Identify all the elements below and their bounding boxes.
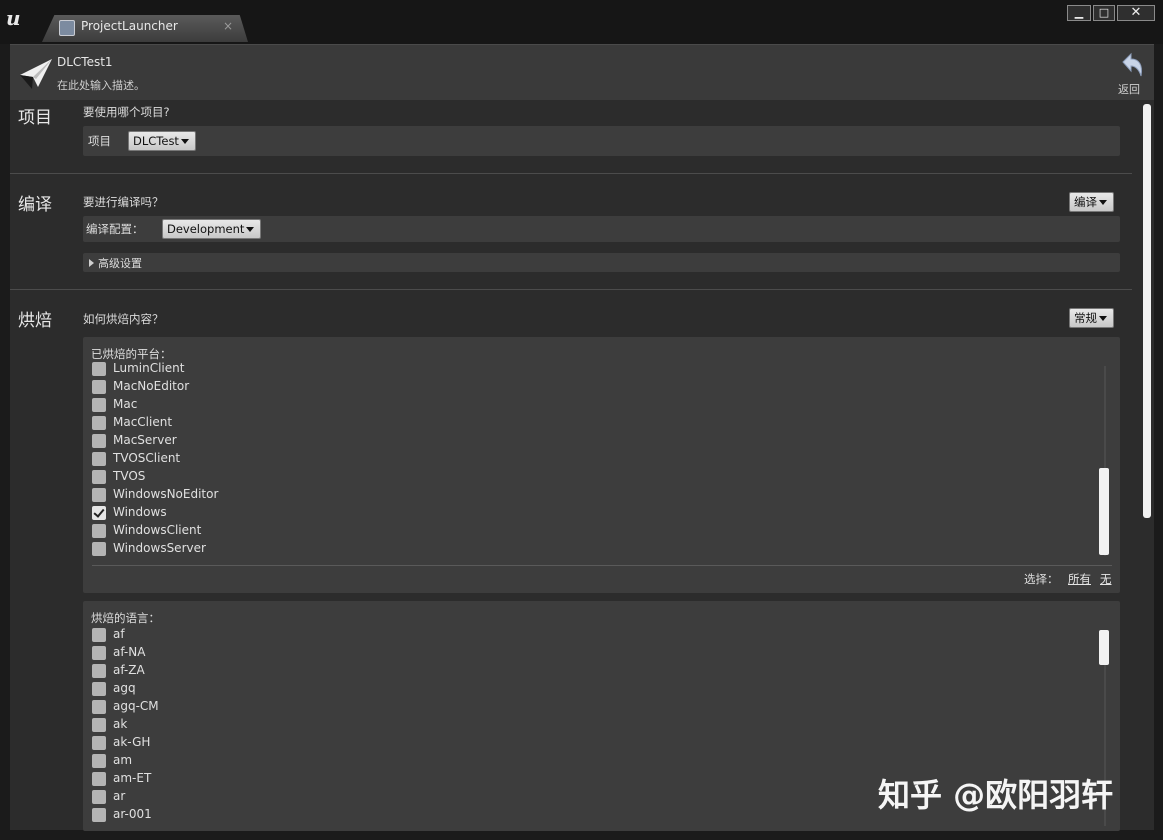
checkbox[interactable] (92, 646, 106, 660)
unreal-logo-icon: u (6, 6, 21, 30)
list-item-label: WindowsNoEditor (113, 487, 219, 501)
chevron-down-icon (1099, 200, 1107, 205)
list-item-label: WindowsServer (113, 541, 206, 555)
checkbox[interactable] (92, 416, 106, 430)
list-item-label: agq (113, 681, 136, 695)
checkbox[interactable] (92, 736, 106, 750)
list-item-label: Mac (113, 397, 138, 411)
divider (10, 289, 1132, 290)
profile-name[interactable]: DLCTest1 (57, 55, 113, 69)
select-label: 选择： (1024, 572, 1059, 586)
section-title-build: 编译 (18, 195, 52, 215)
project-dropdown[interactable]: DLCTest (128, 131, 196, 151)
build-mode-value: 编译 (1074, 195, 1097, 209)
build-config-dropdown[interactable]: Development (162, 219, 262, 239)
list-item-label: am (113, 753, 133, 767)
tab-label: ProjectLauncher (81, 19, 178, 33)
checkbox[interactable] (92, 470, 106, 484)
advanced-settings-label: 高级设置 (98, 257, 142, 270)
list-item-label: af-ZA (113, 663, 145, 677)
paper-plane-icon (20, 59, 52, 89)
select-all-link[interactable]: 所有 (1068, 571, 1091, 587)
expand-arrow-icon (89, 259, 94, 267)
checkbox[interactable] (92, 718, 106, 732)
checkbox[interactable] (92, 506, 106, 520)
cook-mode-value: 常规 (1074, 311, 1097, 325)
checkbox[interactable] (92, 434, 106, 448)
list-item-label: ar-001 (113, 807, 152, 821)
maximize-button[interactable]: □ (1093, 5, 1115, 21)
divider (10, 173, 1132, 174)
project-dropdown-value: DLCTest (133, 134, 179, 148)
checkbox[interactable] (92, 754, 106, 768)
back-label: 返回 (1118, 83, 1140, 96)
project-field-label: 项目 (88, 134, 111, 148)
list-item-label: ak (113, 717, 128, 731)
platform-scrollbar[interactable] (1099, 468, 1109, 555)
checkbox[interactable] (92, 380, 106, 394)
build-mode-dropdown[interactable]: 编译 (1069, 192, 1114, 212)
checkbox[interactable] (92, 452, 106, 466)
project-row (83, 126, 1120, 156)
select-none-link[interactable]: 无 (1100, 571, 1112, 587)
title-bar: u ProjectLauncher × ▁ □ ✕ (0, 0, 1163, 44)
build-question: 要进行编译吗？ (83, 195, 164, 209)
list-item-label: WindowsClient (113, 523, 202, 537)
checkbox[interactable] (92, 664, 106, 678)
advanced-settings-toggle[interactable]: 高级设置 (89, 255, 142, 271)
close-button[interactable]: ✕ (1117, 5, 1155, 21)
list-item-label: ak-GH (113, 735, 151, 749)
minimize-button[interactable]: ▁ (1067, 5, 1091, 21)
back-arrow-icon (1122, 52, 1142, 77)
build-config-value: Development (167, 222, 245, 236)
checkbox[interactable] (92, 362, 106, 376)
main-scrollbar[interactable] (1143, 104, 1151, 518)
cook-question: 如何烘焙内容？ (83, 312, 164, 326)
cooked-languages-title: 烘焙的语言： (91, 611, 160, 625)
project-launcher-icon (59, 20, 75, 36)
list-item-label: Windows (113, 505, 167, 519)
language-scrollbar[interactable] (1099, 630, 1109, 665)
checkbox[interactable] (92, 790, 106, 804)
list-item-label: agq-CM (113, 699, 159, 713)
chevron-down-icon (246, 227, 255, 232)
list-item-label: LuminClient (113, 361, 185, 375)
cooked-platforms-panel (83, 337, 1120, 593)
list-item-label: ar (113, 789, 126, 803)
cooked-platforms-title: 已烘焙的平台： (91, 347, 172, 361)
advanced-settings-row[interactable] (83, 253, 1120, 272)
tab-close-icon[interactable]: × (223, 19, 233, 33)
chevron-down-icon (1099, 316, 1107, 321)
list-item-label: af (113, 627, 125, 641)
build-config-label: 编译配置： (86, 222, 144, 236)
list-item-label: am-ET (113, 771, 152, 785)
divider (92, 565, 1112, 566)
back-button[interactable]: 返回 (1113, 52, 1147, 96)
list-item-label: MacNoEditor (113, 379, 190, 393)
project-question: 要使用哪个项目? (83, 105, 170, 119)
checkbox[interactable] (92, 398, 106, 412)
list-item-label: MacClient (113, 415, 173, 429)
watermark: 知乎 @欧阳羽轩 (878, 776, 1114, 814)
checkbox[interactable] (92, 682, 106, 696)
checkbox[interactable] (92, 488, 106, 502)
checkbox[interactable] (92, 524, 106, 538)
chevron-down-icon (180, 139, 189, 144)
section-title-project: 项目 (18, 108, 52, 128)
checkbox[interactable] (92, 808, 106, 822)
checkbox[interactable] (92, 628, 106, 642)
cook-mode-dropdown[interactable]: 常规 (1069, 308, 1114, 328)
profile-header (10, 44, 1154, 100)
checkbox[interactable] (92, 772, 106, 786)
checkbox[interactable] (92, 700, 106, 714)
list-item-label: TVOS (113, 469, 146, 483)
checkbox[interactable] (92, 542, 106, 556)
section-title-cook: 烘焙 (18, 311, 52, 331)
list-item-label: TVOSClient (113, 451, 181, 465)
profile-description[interactable]: 在此处输入描述。 (57, 77, 145, 93)
list-item-label: af-NA (113, 645, 146, 659)
list-item-label: MacServer (113, 433, 177, 447)
